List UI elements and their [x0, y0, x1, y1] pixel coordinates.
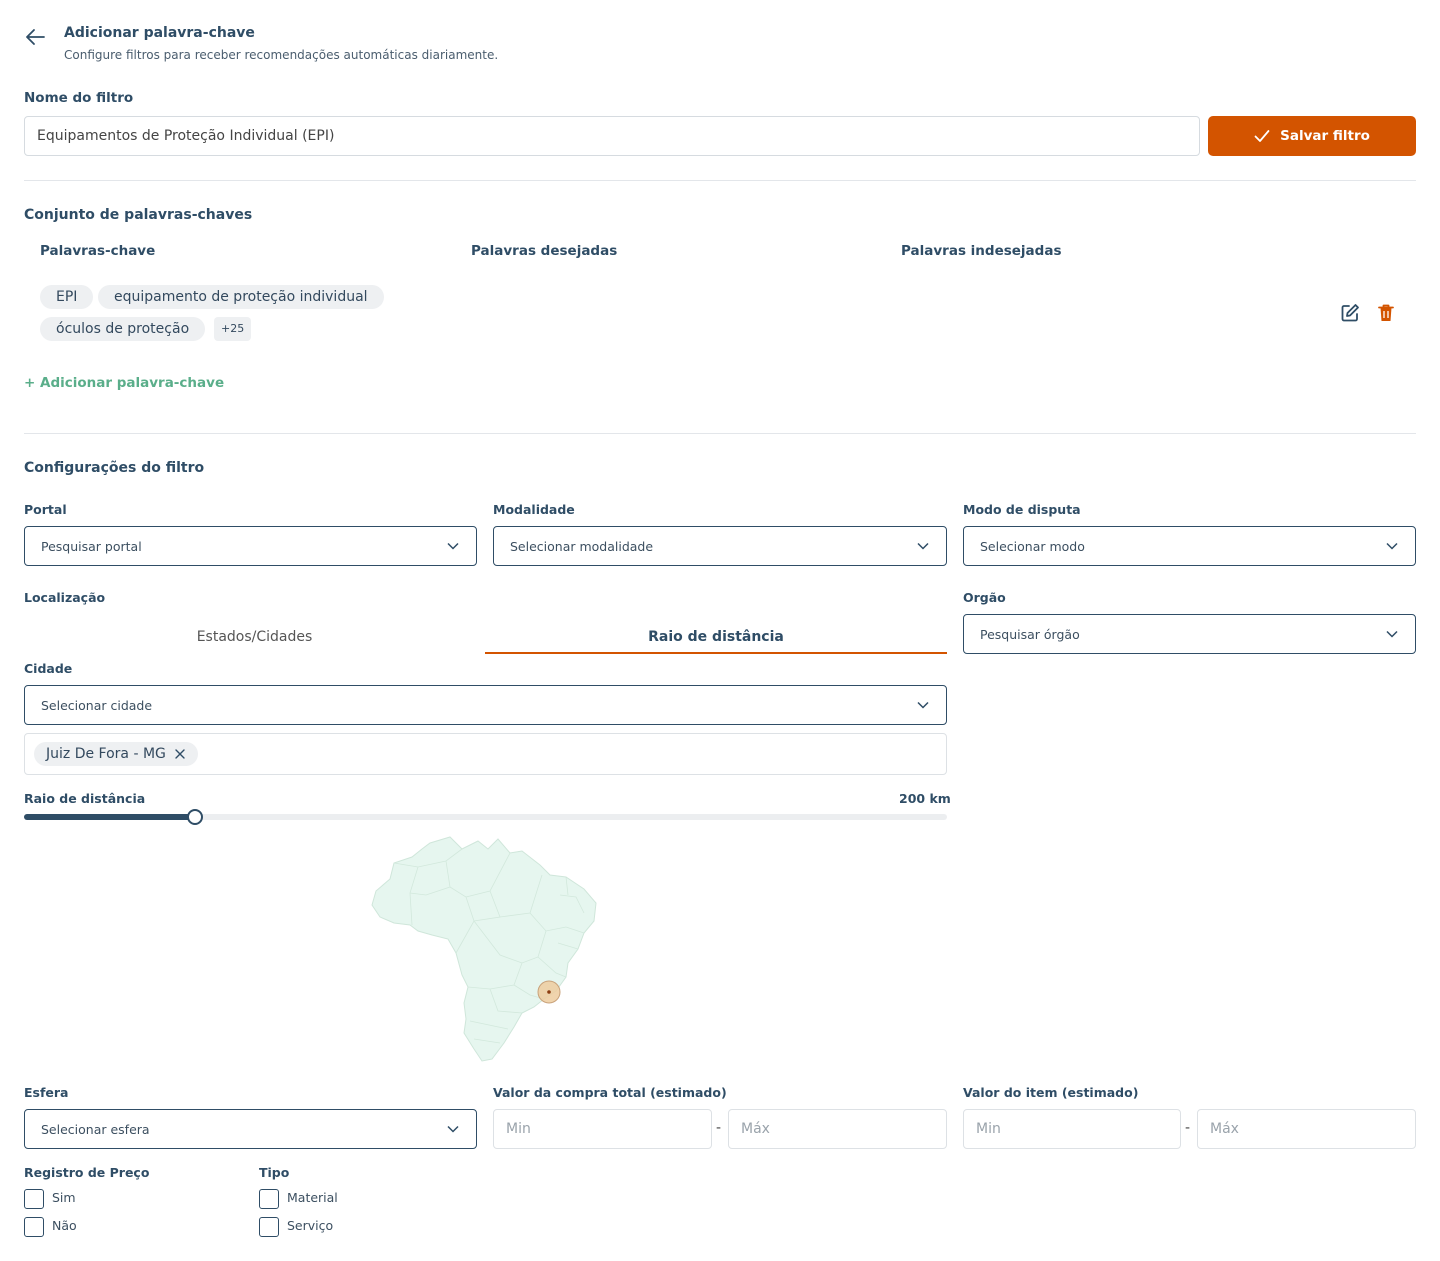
- tipo-material-checkbox[interactable]: [259, 1189, 279, 1209]
- keyword-chip: equipamento de proteção individual: [98, 285, 384, 309]
- keyword-chip: EPI: [40, 285, 94, 309]
- chevron-down-icon: [447, 1125, 459, 1133]
- tipo-servico-label: Serviço: [287, 1218, 334, 1233]
- raio-slider-thumb[interactable]: [186, 809, 203, 825]
- esfera-select[interactable]: Selecionar esfera: [24, 1109, 477, 1149]
- filter-name-label: Nome do filtro: [24, 90, 134, 106]
- range-separator: -: [716, 1120, 722, 1136]
- tipo-servico-checkbox[interactable]: [259, 1217, 279, 1237]
- chevron-down-icon: [447, 542, 459, 550]
- modalidade-label: Modalidade: [493, 502, 575, 517]
- tab-raio-distancia[interactable]: Raio de distância: [485, 620, 947, 654]
- config-section-title: Configurações do filtro: [24, 460, 205, 476]
- check-icon: [1254, 130, 1270, 142]
- valor-item-label: Valor do item (estimado): [963, 1085, 1139, 1100]
- filter-name-input[interactable]: [24, 116, 1200, 156]
- modalidade-select[interactable]: Selecionar modalidade: [493, 526, 947, 566]
- raio-value: 200 km: [899, 791, 951, 806]
- orgao-select[interactable]: Pesquisar órgão: [963, 614, 1416, 654]
- valor-compra-min-input[interactable]: [493, 1109, 712, 1149]
- modo-select-text: Selecionar modo: [980, 538, 1085, 554]
- raio-slider-track[interactable]: [24, 814, 947, 820]
- selected-city-label: Juiz De Fora - MG: [46, 746, 166, 762]
- modalidade-select-text: Selecionar modalidade: [510, 538, 654, 554]
- save-filter-label: Salvar filtro: [1280, 128, 1370, 144]
- portal-label: Portal: [24, 502, 67, 517]
- brazil-map: [371, 836, 597, 1062]
- registro-nao-checkbox[interactable]: [24, 1217, 44, 1237]
- column-header-undesired: Palavras indesejadas: [901, 243, 1062, 259]
- chevron-down-icon: [1386, 542, 1398, 550]
- raio-slider-fill: [24, 814, 195, 820]
- more-keywords-badge[interactable]: +25: [214, 317, 252, 341]
- trash-icon[interactable]: [1375, 302, 1397, 324]
- column-header-keywords: Palavras-chave: [40, 243, 156, 259]
- cidade-select[interactable]: Selecionar cidade: [24, 685, 947, 725]
- chevron-down-icon: [917, 701, 929, 709]
- cidade-label: Cidade: [24, 661, 73, 676]
- registro-sim-label: Sim: [52, 1190, 76, 1205]
- portal-select[interactable]: Pesquisar portal: [24, 526, 477, 566]
- selected-city-chip: Juiz De Fora - MG: [34, 742, 198, 766]
- modo-select[interactable]: Selecionar modo: [963, 526, 1416, 566]
- valor-compra-label: Valor da compra total (estimado): [493, 1085, 727, 1100]
- registro-sim-checkbox[interactable]: [24, 1189, 44, 1209]
- page-title: Adicionar palavra-chave: [64, 25, 255, 41]
- esfera-label: Esfera: [24, 1085, 69, 1100]
- raio-label: Raio de distância: [24, 791, 146, 806]
- tipo-label: Tipo: [259, 1165, 290, 1180]
- keywords-section-title: Conjunto de palavras-chaves: [24, 207, 253, 223]
- divider: [24, 180, 1416, 181]
- column-header-desired: Palavras desejadas: [471, 243, 618, 259]
- valor-item-min-input[interactable]: [963, 1109, 1181, 1149]
- selected-cities-box: Juiz De Fora - MG: [24, 733, 947, 775]
- orgao-select-text: Pesquisar órgão: [980, 626, 1080, 642]
- orgao-label: Orgão: [963, 590, 1006, 605]
- valor-item-max-input[interactable]: [1197, 1109, 1416, 1149]
- localizacao-label: Localização: [24, 590, 106, 605]
- divider: [24, 433, 1416, 434]
- keyword-chip: óculos de proteção: [40, 317, 206, 341]
- portal-select-text: Pesquisar portal: [41, 538, 142, 554]
- cidade-select-text: Selecionar cidade: [41, 697, 153, 713]
- esfera-select-text: Selecionar esfera: [41, 1121, 150, 1137]
- edit-icon[interactable]: [1339, 302, 1361, 324]
- tab-estados-cidades[interactable]: Estados/Cidades: [24, 620, 485, 654]
- range-separator: -: [1185, 1120, 1191, 1136]
- add-keyword-link[interactable]: + Adicionar palavra-chave: [24, 375, 224, 391]
- valor-compra-max-input[interactable]: [728, 1109, 947, 1149]
- tipo-material-label: Material: [287, 1190, 338, 1205]
- close-icon[interactable]: [174, 748, 186, 760]
- page-subtitle: Configure filtros para receber recomenda…: [64, 48, 499, 62]
- chevron-down-icon: [1386, 630, 1398, 638]
- save-filter-button[interactable]: Salvar filtro: [1208, 116, 1416, 156]
- chevron-down-icon: [917, 542, 929, 550]
- registro-label: Registro de Preço: [24, 1165, 150, 1180]
- back-arrow-icon[interactable]: [22, 24, 48, 50]
- registro-nao-label: Não: [52, 1218, 77, 1233]
- modo-label: Modo de disputa: [963, 502, 1081, 517]
